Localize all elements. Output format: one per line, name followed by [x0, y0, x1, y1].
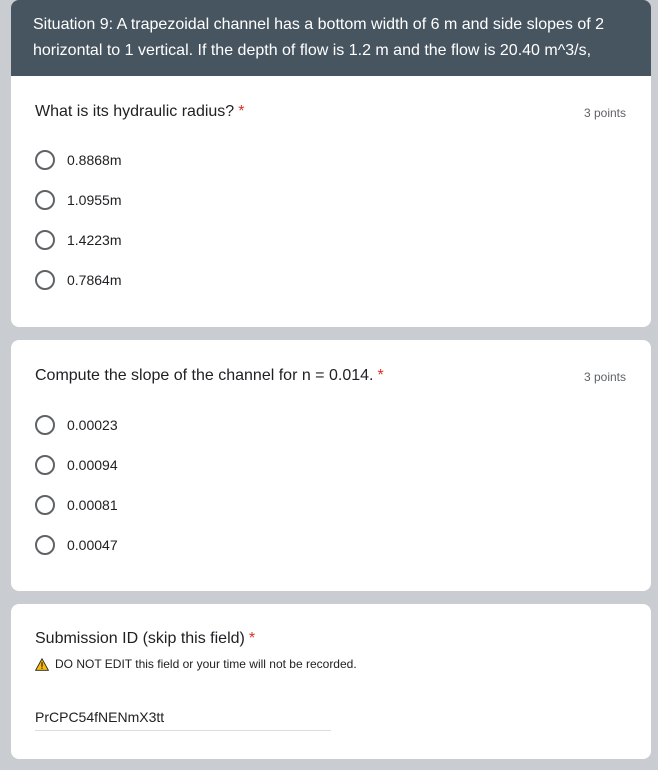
- question-title: What is its hydraulic radius? *: [35, 103, 244, 121]
- option-radio[interactable]: 1.0955m: [35, 188, 121, 212]
- radio-button-icon[interactable]: [35, 455, 55, 475]
- question-card-channel-slope: Compute the slope of the channel for n =…: [11, 340, 651, 591]
- option-label: 1.4223m: [67, 232, 122, 248]
- option-radio[interactable]: 1.4223m: [35, 228, 121, 252]
- warning-icon: [35, 657, 49, 671]
- radio-button-icon[interactable]: [35, 415, 55, 435]
- question-text: What is its hydraulic radius?: [35, 103, 235, 120]
- question-card-hydraulic-radius: What is its hydraulic radius? * 3 points …: [11, 76, 651, 327]
- option-radio[interactable]: 0.00081: [35, 493, 118, 517]
- radio-button-icon[interactable]: [35, 190, 55, 210]
- question-text: Submission ID (skip this field): [35, 630, 245, 647]
- radio-button-icon[interactable]: [35, 495, 55, 515]
- radio-button-icon[interactable]: [35, 150, 55, 170]
- option-radio[interactable]: 0.8868m: [35, 148, 121, 172]
- option-radio[interactable]: 0.00094: [35, 453, 118, 477]
- question-title: Compute the slope of the channel for n =…: [35, 367, 384, 385]
- option-label: 0.00047: [67, 537, 118, 553]
- option-radio[interactable]: 0.7864m: [35, 268, 121, 292]
- radio-button-icon[interactable]: [35, 535, 55, 555]
- section-header: Situation 9: A trapezoidal channel has a…: [11, 0, 651, 76]
- points-label: 3 points: [583, 370, 626, 384]
- radio-button-icon[interactable]: [35, 230, 55, 250]
- option-radio[interactable]: 0.00023: [35, 413, 118, 437]
- warning-text: DO NOT EDIT this field or your time will…: [55, 657, 357, 671]
- question-text: Compute the slope of the channel for n =…: [35, 367, 374, 384]
- section-description: Situation 9: A trapezoidal channel has a…: [33, 16, 605, 59]
- option-label: 0.7864m: [67, 272, 122, 288]
- submission-id-card: Submission ID (skip this field) * DO NOT …: [11, 604, 651, 759]
- warning-message: DO NOT EDIT this field or your time will…: [35, 657, 357, 671]
- option-label: 0.00094: [67, 457, 118, 473]
- option-label: 1.0955m: [67, 192, 122, 208]
- required-asterisk: *: [248, 630, 256, 647]
- option-radio[interactable]: 0.00047: [35, 533, 118, 557]
- question-title: Submission ID (skip this field) *: [35, 630, 255, 648]
- points-label: 3 points: [583, 106, 626, 120]
- submission-id-input[interactable]: [35, 704, 331, 731]
- option-label: 0.8868m: [67, 152, 122, 168]
- option-label: 0.00081: [67, 497, 118, 513]
- option-label: 0.00023: [67, 417, 118, 433]
- required-asterisk: *: [377, 367, 384, 384]
- required-asterisk: *: [238, 103, 245, 120]
- radio-button-icon[interactable]: [35, 270, 55, 290]
